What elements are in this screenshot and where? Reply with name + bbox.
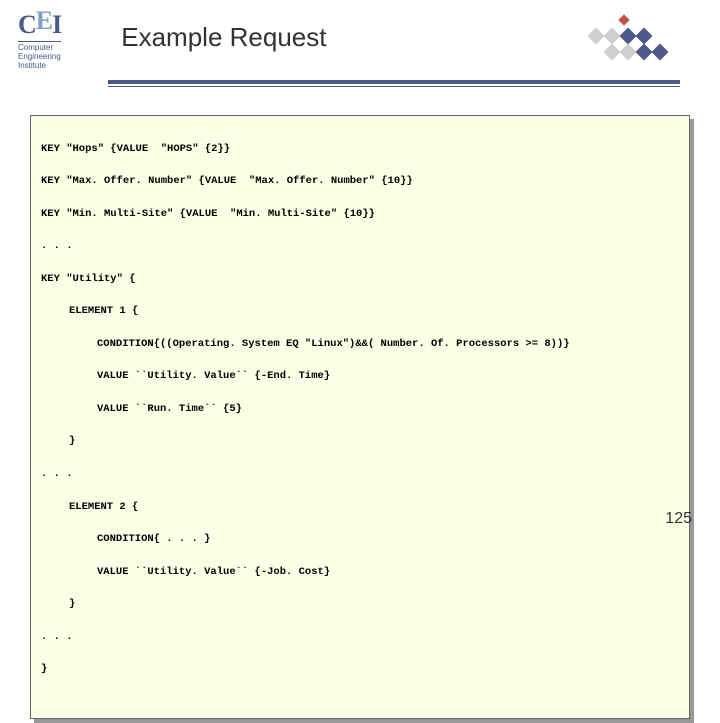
code-line: ELEMENT 2 {	[41, 499, 679, 515]
code-block: KEY "Hops" {VALUE "HOPS" {2}} KEY "Max. …	[30, 115, 690, 719]
logo-letter-c: C	[18, 10, 36, 39]
code-line: CONDITION{((Operating. System EQ "Linux"…	[41, 336, 679, 352]
header-decoration-icon	[580, 12, 680, 62]
cei-logo: CEI Computer Engineering Institute	[18, 12, 61, 70]
logo-subtitle: Computer Engineering Institute	[18, 41, 61, 70]
code-line: }	[41, 596, 679, 612]
logo-letter-i: I	[52, 10, 61, 39]
slide-header: CEI Computer Engineering Institute Examp…	[0, 0, 720, 70]
code-line: VALUE ``Utility. Value`` {-Job. Cost}	[41, 564, 679, 580]
code-line: . . .	[41, 466, 679, 482]
slide-title: Example Request	[101, 12, 580, 53]
code-line: }	[41, 661, 679, 677]
logo-letter-e: E	[36, 6, 52, 35]
code-content: KEY "Hops" {VALUE "HOPS" {2}} KEY "Max. …	[30, 115, 690, 719]
logo-sub-line3: Institute	[18, 62, 61, 71]
page-number: 125	[665, 510, 692, 528]
code-line: }	[41, 433, 679, 449]
code-line: VALUE ``Run. Time`` {5}	[41, 401, 679, 417]
code-line: . . .	[41, 238, 679, 254]
code-line: CONDITION{ . . . }	[41, 531, 679, 547]
code-line: KEY "Min. Multi-Site" {VALUE "Min. Multi…	[41, 206, 679, 222]
code-line: . . .	[41, 629, 679, 645]
title-underline	[108, 80, 680, 87]
code-line: KEY "Hops" {VALUE "HOPS" {2}}	[41, 141, 679, 157]
code-line: KEY "Utility" {	[41, 271, 679, 287]
code-line: KEY "Max. Offer. Number" {VALUE "Max. Of…	[41, 173, 679, 189]
code-line: VALUE ``Utility. Value`` {-End. Time}	[41, 368, 679, 384]
code-line: ELEMENT 1 {	[41, 303, 679, 319]
logo-acronym: CEI	[18, 12, 61, 38]
